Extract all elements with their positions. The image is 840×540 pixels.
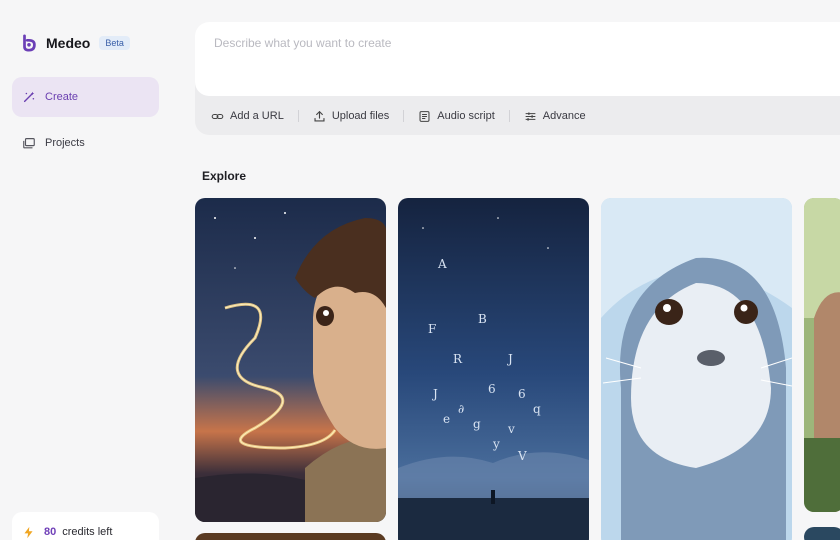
folder-stack-icon: [23, 138, 35, 149]
prompt-toolbar: Add a URL Upload files Audio script Adva…: [211, 106, 586, 126]
garden-image: [804, 198, 840, 512]
sidebar-item-projects[interactable]: Projects: [12, 123, 159, 163]
svg-text:y: y: [492, 437, 500, 451]
explore-card-garden[interactable]: [804, 198, 840, 512]
link-icon: [211, 113, 224, 119]
advance-button[interactable]: Advance: [524, 110, 586, 123]
lightning-icon: [24, 526, 33, 538]
svg-text:v: v: [507, 422, 515, 436]
advance-label: Advance: [542, 110, 586, 122]
explore-card-row2[interactable]: [195, 533, 386, 540]
toolbar-divider: [297, 110, 299, 122]
logo[interactable]: Medeo Beta: [20, 34, 130, 52]
toolbar-divider: [508, 110, 510, 122]
svg-text:J: J: [431, 387, 438, 401]
explore-card-row2[interactable]: [804, 527, 840, 540]
beta-badge: Beta: [99, 36, 130, 50]
upload-files-button[interactable]: Upload files: [313, 110, 389, 123]
explore-card-seal[interactable]: [601, 198, 792, 540]
credits-indicator[interactable]: 80 credits left: [12, 512, 159, 540]
sliders-icon: [525, 111, 536, 121]
anime-boy-image: [195, 198, 386, 522]
svg-text:A: A: [437, 257, 447, 271]
seal-image: [601, 198, 792, 540]
svg-text:V: V: [517, 449, 527, 463]
sidebar-item-label: Projects: [45, 137, 85, 149]
explore-heading: Explore: [202, 169, 247, 183]
explore-card-anime-boy[interactable]: [195, 198, 386, 522]
prompt-input[interactable]: [195, 22, 840, 96]
svg-text:F: F: [428, 322, 436, 336]
audio-script-label: Audio script: [437, 110, 495, 122]
sidebar-item-label: Create: [45, 91, 79, 103]
svg-text:g: g: [473, 417, 481, 431]
document-icon: [419, 110, 430, 122]
svg-text:J: J: [506, 352, 513, 366]
sidebar: Medeo Beta Create Projects 80 credits le…: [0, 0, 172, 540]
svg-text:∂: ∂: [458, 402, 464, 416]
upload-files-label: Upload files: [331, 110, 390, 122]
add-url-label: Add a URL: [230, 110, 284, 122]
svg-text:6: 6: [488, 382, 496, 396]
medeo-logo-icon: [23, 34, 36, 52]
night-sky-image: A F B J R J 6 6 ∂ q g v e y V: [398, 198, 589, 540]
audio-script-button[interactable]: Audio script: [418, 110, 495, 123]
svg-text:B: B: [478, 312, 487, 326]
magic-wand-icon: [23, 91, 35, 103]
upload-icon: [314, 110, 325, 122]
sidebar-item-create[interactable]: Create: [12, 77, 159, 117]
svg-text:e: e: [443, 412, 450, 426]
credits-count: 80: [44, 526, 57, 538]
toolbar-divider: [403, 110, 405, 122]
add-url-button[interactable]: Add a URL: [211, 110, 284, 123]
app-name: Medeo: [46, 35, 91, 51]
svg-text:q: q: [533, 402, 541, 416]
explore-card-letters-sky[interactable]: A F B J R J 6 6 ∂ q g v e y V: [398, 198, 589, 540]
svg-text:R: R: [453, 352, 463, 366]
svg-text:6: 6: [518, 387, 526, 401]
credits-label: credits left: [62, 526, 113, 538]
